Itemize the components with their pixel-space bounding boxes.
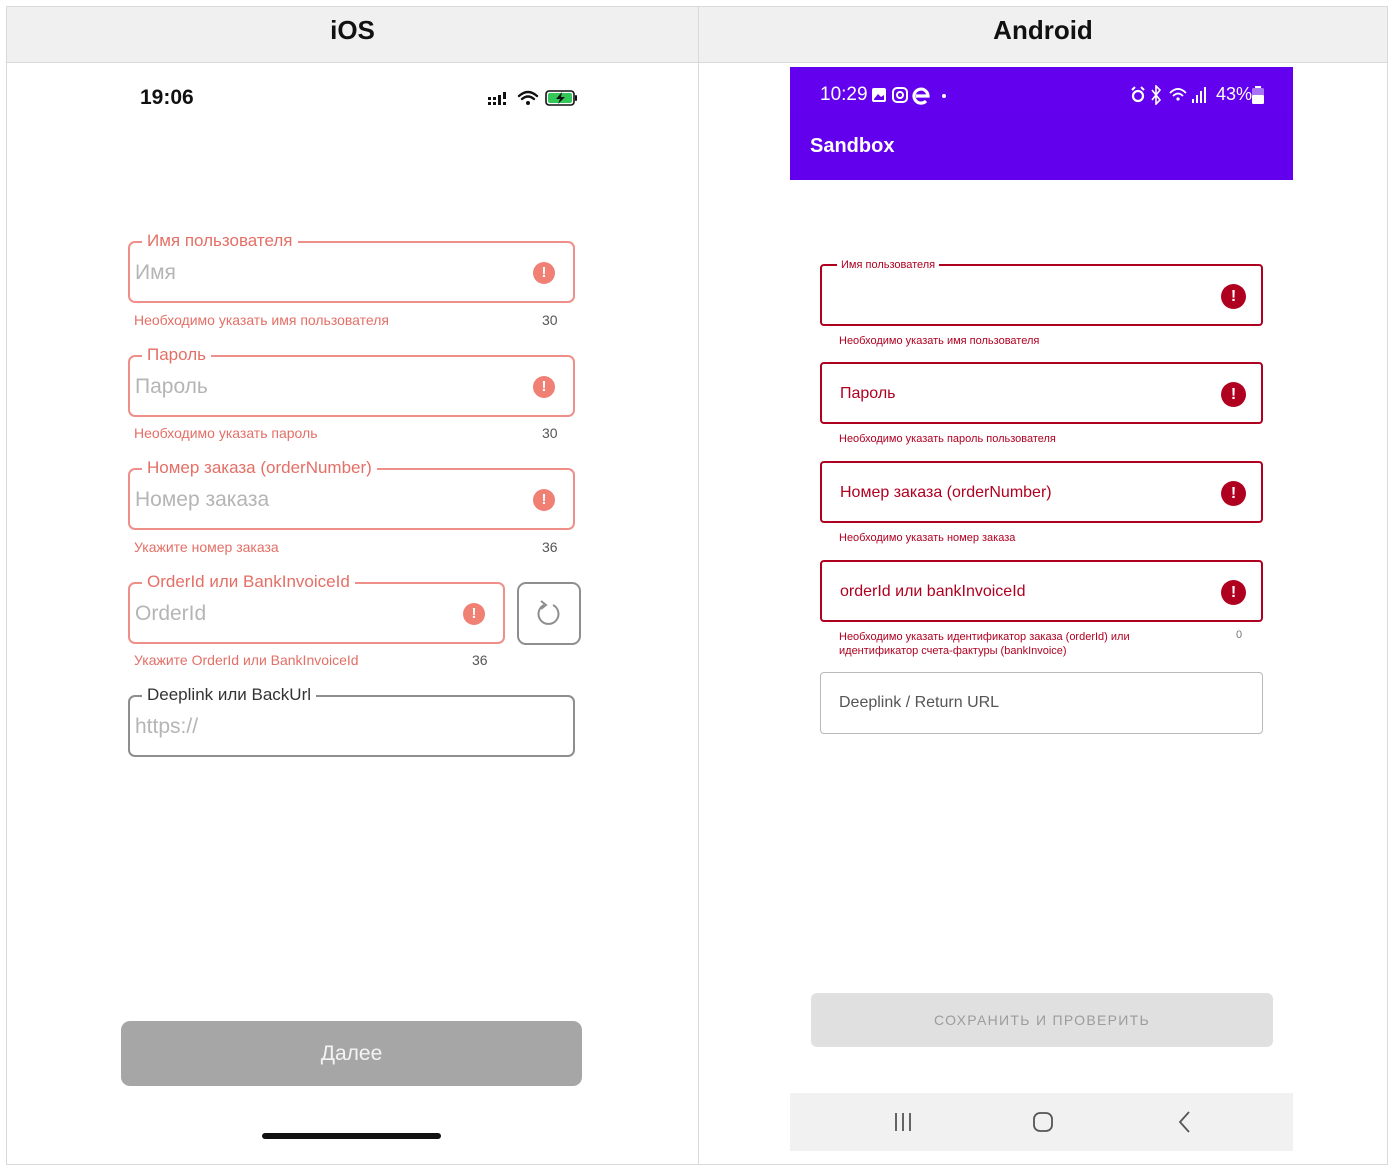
error-icon: ! [1221, 580, 1246, 605]
android-deeplink-field[interactable]: Deeplink / Return URL [820, 672, 1263, 734]
android-order-number-label: Номер заказа (orderNumber) [840, 484, 1052, 501]
ios-status-time: 19:06 [140, 86, 194, 109]
android-deeplink-label: Deeplink / Return URL [839, 694, 1000, 711]
ios-order-id-placeholder: OrderId [135, 602, 207, 625]
android-order-id-field[interactable]: orderId или bankInvoiceId ! [820, 560, 1263, 622]
ios-username-field[interactable]: Имя пользователя Имя ! [128, 231, 575, 303]
ios-order-number-counter: 36 [542, 539, 558, 555]
ios-password-legend: Пароль [142, 345, 211, 365]
android-order-id-counter: 0 [1236, 629, 1243, 641]
ios-password-helper: Необходимо указать пароль [134, 425, 318, 441]
cellular-icon [488, 92, 506, 105]
android-order-number-field[interactable]: Номер заказа (orderNumber) ! [820, 461, 1263, 523]
back-icon[interactable] [1170, 1107, 1200, 1137]
error-icon: ! [1221, 481, 1246, 506]
android-password-label: Пароль [840, 385, 896, 402]
ios-order-number-placeholder: Номер заказа [135, 488, 270, 511]
battery-icon [545, 90, 577, 106]
android-app-bar: Sandbox [790, 113, 1293, 180]
ios-deeplink-field[interactable]: Deeplink или BackUrl https:// [128, 685, 575, 757]
android-nav-bar [790, 1093, 1293, 1151]
ios-deeplink-legend: Deeplink или BackUrl [142, 685, 317, 705]
wifi-icon [517, 90, 539, 101]
android-username-field[interactable]: Имя пользователя ! [820, 258, 1263, 326]
column-divider [698, 7, 699, 1165]
error-icon: ! [463, 603, 485, 625]
home-indicator[interactable] [262, 1133, 441, 1139]
ios-order-id-counter: 36 [472, 652, 488, 668]
battery-percent: 43% [1216, 84, 1253, 104]
ios-order-id-helper: Укажите OrderId или BankInvoiceId [134, 652, 359, 668]
ios-order-id-legend: OrderId или BankInvoiceId [142, 572, 355, 592]
android-password-helper: Необходимо указать пароль пользователя [839, 433, 1056, 445]
refresh-icon [537, 600, 560, 625]
next-button[interactable]: Далее [121, 1021, 582, 1086]
ios-username-helper: Необходимо указать имя пользователя [134, 312, 389, 328]
home-icon[interactable] [1028, 1107, 1058, 1137]
recents-icon[interactable] [888, 1107, 918, 1137]
ios-status-icons [488, 90, 577, 106]
ios-order-number-helper: Укажите номер заказа [134, 539, 279, 555]
error-icon: ! [533, 262, 555, 284]
ios-password-placeholder: Пароль [135, 375, 208, 398]
android-order-id-helper: Необходимо указать идентификатор заказа … [839, 631, 1130, 657]
notification-icons [872, 87, 946, 105]
ios-username-legend: Имя пользователя [142, 231, 298, 251]
save-and-check-button[interactable]: СОХРАНИТЬ И ПРОВЕРИТЬ [811, 993, 1273, 1047]
android-username-legend: Имя пользователя [837, 258, 940, 272]
ios-username-counter: 30 [542, 312, 558, 328]
android-status-time: 10:29 [820, 84, 868, 105]
error-icon: ! [533, 376, 555, 398]
error-icon: ! [533, 489, 555, 511]
battery-icon [1252, 86, 1264, 104]
ios-order-id-field[interactable]: OrderId или BankInvoiceId OrderId ! [128, 572, 505, 644]
error-icon: ! [1221, 382, 1246, 407]
ios-username-placeholder: Имя [135, 261, 176, 284]
ios-order-number-field[interactable]: Номер заказа (orderNumber) Номер заказа … [128, 458, 575, 530]
android-username-helper: Необходимо указать имя пользователя [839, 335, 1040, 347]
android-order-number-helper: Необходимо указать номер заказа [839, 532, 1016, 544]
system-status-icons [1131, 85, 1206, 105]
android-order-id-label: orderId или bankInvoiceId [840, 583, 1026, 600]
ios-deeplink-placeholder: https:// [135, 715, 199, 738]
android-password-field[interactable]: Пароль ! [820, 362, 1263, 424]
ios-column-heading: iOS [330, 15, 375, 45]
ios-password-counter: 30 [542, 425, 558, 441]
table-header: iOS Android [7, 7, 1387, 63]
app-title: Sandbox [810, 135, 895, 157]
error-icon: ! [1221, 284, 1246, 309]
ios-password-field[interactable]: Пароль Пароль ! [128, 345, 575, 417]
ios-order-number-legend: Номер заказа (orderNumber) [142, 458, 377, 478]
android-column-heading: Android [993, 15, 1093, 45]
android-status-bar: 10:29 43% [790, 67, 1293, 113]
refresh-button[interactable] [517, 582, 581, 645]
